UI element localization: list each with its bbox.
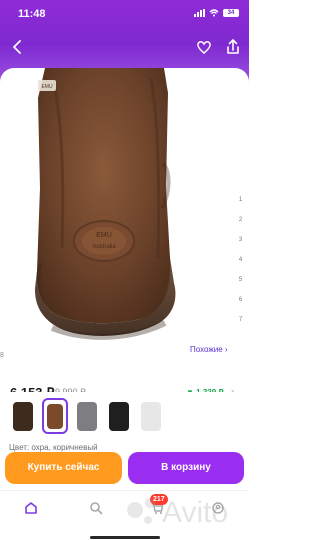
product-photo[interactable]: EMU EMU Australia (0, 68, 249, 346)
status-time: 11:48 (18, 8, 46, 20)
arrow-left-icon (13, 40, 21, 54)
tab-home[interactable] (19, 499, 43, 521)
share-icon (227, 39, 239, 54)
color-label: Цвет: охра, коричневый (9, 443, 98, 452)
buy-now-button[interactable]: Купить сейчас (5, 452, 122, 484)
svg-text:EMU: EMU (96, 232, 112, 239)
battery-indicator: 34 (223, 9, 239, 17)
variant-white[interactable] (138, 398, 164, 434)
back-button[interactable] (8, 38, 28, 58)
heart-icon (197, 41, 211, 54)
variant-grey[interactable] (74, 398, 100, 434)
status-bar: 11:48 34 (0, 0, 249, 30)
search-icon (90, 502, 103, 515)
svg-text:EMU: EMU (41, 84, 53, 90)
home-icon (25, 502, 37, 514)
signal-icon (194, 9, 205, 17)
wifi-icon (209, 9, 219, 17)
variant-ochre-brown[interactable] (42, 398, 68, 434)
favorite-button[interactable] (194, 38, 214, 58)
variant-dark-brown[interactable] (10, 398, 36, 434)
similar-button[interactable]: Похожие › (190, 345, 228, 359)
gallery-left-number: 8 (0, 352, 4, 359)
svg-text:Australia: Australia (92, 244, 116, 250)
avito-watermark: Avito (127, 496, 228, 529)
share-button[interactable] (223, 38, 243, 58)
variant-black[interactable] (106, 398, 132, 434)
tab-search[interactable] (84, 499, 108, 521)
image-pager[interactable]: 1 2 3 4 5 6 7 (232, 190, 249, 330)
variant-selector (0, 392, 249, 440)
heel-logo: EMU Australia (73, 220, 135, 262)
status-icons: 34 (194, 9, 239, 17)
hero-area: 11:48 34 EMU EMU Australia 1 2 3 4 5 6 7… (0, 0, 249, 372)
home-indicator (90, 536, 160, 539)
brand-tag: EMU (38, 80, 56, 91)
svg-text:Avito: Avito (162, 496, 228, 529)
